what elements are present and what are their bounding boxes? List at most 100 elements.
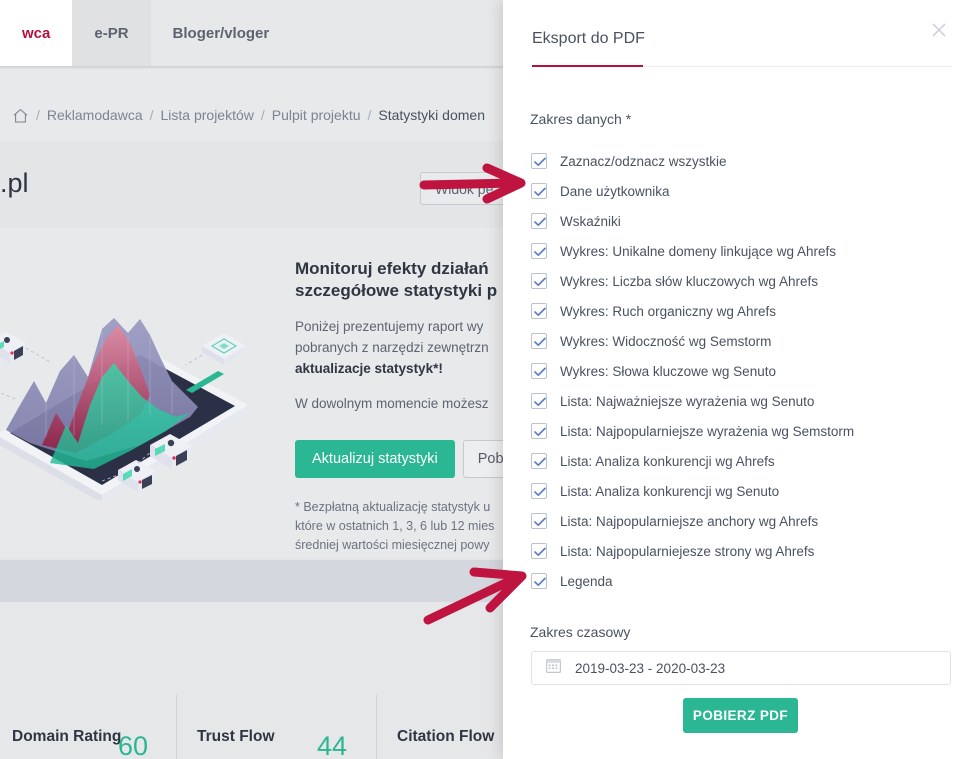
- breadcrumb-separator: /: [36, 107, 40, 123]
- footnote-line1: * Bezpłatną aktualizację statystyk u: [295, 500, 491, 514]
- checkbox-input[interactable]: [531, 543, 547, 559]
- promo-button-row: Aktualizuj statystyki Pobie: [295, 440, 530, 478]
- breadcrumb-item-statystyki-domen: Statystyki domen: [378, 107, 485, 123]
- checkbox-label: Dane użytkownika: [560, 183, 670, 199]
- checkbox-label: Lista: Analiza konkurencji wg Senuto: [560, 483, 780, 499]
- checkbox-input[interactable]: [531, 273, 547, 289]
- checkbox-row[interactable]: Zaznacz/odznacz wszystkie: [531, 146, 951, 176]
- screen: wca e-PR Bloger/vloger / Reklamodawca / …: [0, 0, 980, 759]
- check-icon: [534, 337, 546, 347]
- checkbox-label: Lista: Najpopularniejsze wyrażenia wg Se…: [560, 423, 855, 439]
- promo-para1-line1: Poniżej prezentujemy raport wy: [295, 319, 484, 334]
- checkbox-row[interactable]: Lista: Najpopularniejesze strony wg Ahre…: [531, 536, 951, 566]
- breadcrumb-separator: /: [367, 107, 372, 123]
- checkbox-label: Lista: Najważniejsze wyrażenia wg Senuto: [560, 393, 815, 409]
- breadcrumb-item-pulpit-projektu[interactable]: Pulpit projektu: [272, 107, 361, 123]
- checkbox-row[interactable]: Lista: Najpopularniejsze anchory wg Ahre…: [531, 506, 951, 536]
- tab-reklamodawca[interactable]: wca: [0, 0, 73, 66]
- check-icon: [534, 457, 546, 467]
- checkbox-row[interactable]: Legenda: [531, 566, 951, 596]
- update-stats-button-label: Aktualizuj statystyki: [312, 451, 438, 467]
- checkbox-input[interactable]: [531, 363, 547, 379]
- metric-card-citation-flow: Citation Flow: [377, 694, 510, 759]
- checkbox-input[interactable]: [531, 183, 547, 199]
- checkbox-label: Wykres: Ruch organiczny wg Ahrefs: [560, 303, 776, 319]
- check-icon: [534, 397, 546, 407]
- tab-label: e-PR: [94, 24, 129, 42]
- metric-card-domain-rating: Domain Rating 60: [0, 694, 177, 759]
- checkbox-row[interactable]: Lista: Najważniejsze wyrażenia wg Senuto: [531, 386, 951, 416]
- breadcrumb: / Reklamodawca / Lista projektów / Pulpi…: [12, 107, 485, 123]
- checkbox-row[interactable]: Wykres: Unikalne domeny linkujące wg Ahr…: [531, 236, 951, 266]
- checkbox-input[interactable]: [531, 513, 547, 529]
- download-pdf-button[interactable]: POBIERZ PDF: [683, 698, 798, 733]
- checkbox-input[interactable]: [531, 303, 547, 319]
- page-title: .pl: [0, 168, 29, 198]
- breadcrumb-item-lista-projektow[interactable]: Lista projektów: [161, 107, 254, 123]
- metric-card-value: 60: [118, 731, 149, 759]
- checkbox-input[interactable]: [531, 213, 547, 229]
- checkbox-row[interactable]: Dane użytkownika: [531, 176, 951, 206]
- panel-header: Eksport do PDF: [532, 30, 645, 48]
- checkbox-label: Wykres: Słowa kluczowe wg Senuto: [560, 363, 776, 379]
- tab-e-pr[interactable]: e-PR: [72, 0, 151, 66]
- download-pdf-button-label: POBIERZ PDF: [692, 708, 789, 723]
- isometric-tablet-chart-illustration: [0, 285, 280, 503]
- checkbox-row[interactable]: Wykres: Liczba słów kluczowych wg Ahrefs: [531, 266, 951, 296]
- time-scope-label: Zakres czasowy: [530, 624, 631, 640]
- check-icon: [534, 427, 546, 437]
- breadcrumb-item-reklamodawca[interactable]: Reklamodawca: [47, 107, 143, 123]
- checkbox-input[interactable]: [531, 453, 547, 469]
- check-icon: [534, 277, 546, 287]
- breadcrumb-separator: /: [149, 107, 154, 123]
- check-icon: [534, 547, 546, 557]
- promo-paragraph-2: W dowolnym momencie możesz: [295, 396, 489, 411]
- checkbox-row[interactable]: Wykres: Słowa kluczowe wg Senuto: [531, 356, 951, 386]
- check-icon: [534, 217, 546, 227]
- checkbox-input[interactable]: [531, 483, 547, 499]
- metric-card-label: Citation Flow: [397, 728, 495, 745]
- checkbox-label: Wykres: Unikalne domeny linkujące wg Ahr…: [560, 243, 836, 259]
- home-icon[interactable]: [12, 108, 29, 124]
- promo-heading: Monitoruj efekty działań szczegółowe sta…: [295, 258, 510, 302]
- checkbox-row[interactable]: Lista: Analiza konkurencji wg Ahrefs: [531, 446, 951, 476]
- checkbox-input[interactable]: [531, 573, 547, 589]
- checkbox-row[interactable]: Lista: Analiza konkurencji wg Senuto: [531, 476, 951, 506]
- promo-heading-line1: Monitoruj efekty działań: [295, 259, 489, 278]
- checkbox-row[interactable]: Lista: Najpopularniejsze wyrażenia wg Se…: [531, 416, 951, 446]
- metric-card-label: Domain Rating: [12, 728, 122, 745]
- checkbox-label: Wykres: Liczba słów kluczowych wg Ahrefs: [560, 273, 818, 289]
- breadcrumb-bar: [0, 69, 510, 141]
- promo-para1-line2: pobranych z narzędzi zewnętrzn: [295, 340, 489, 355]
- date-range-value: 2019-03-23 - 2020-03-23: [575, 660, 726, 676]
- metric-card-row: Domain Rating 60 Trust Flow 44 Citation …: [0, 694, 510, 759]
- update-stats-button[interactable]: Aktualizuj statystyki: [295, 440, 455, 478]
- section-divider-bar: [0, 560, 510, 602]
- metric-card-label: Trust Flow: [197, 728, 275, 745]
- panel-title: Eksport do PDF: [532, 30, 645, 47]
- checkbox-row[interactable]: Wskaźniki: [531, 206, 951, 236]
- checkbox-row[interactable]: Wykres: Ruch organiczny wg Ahrefs: [531, 296, 951, 326]
- data-scope-label: Zakres danych *: [530, 111, 632, 127]
- view-full-button[interactable]: Widok pe: [420, 172, 515, 205]
- checkbox-input[interactable]: [531, 333, 547, 349]
- checkbox-input[interactable]: [531, 393, 547, 409]
- breadcrumb-separator: /: [260, 107, 265, 123]
- tab-bloger-vloger[interactable]: Bloger/vloger: [151, 0, 292, 66]
- checkbox-row[interactable]: Wykres: Widoczność wg Semstorm: [531, 326, 951, 356]
- date-range-input[interactable]: 2019-03-23 - 2020-03-23: [531, 651, 951, 685]
- checkbox-label: Legenda: [560, 573, 613, 589]
- checkbox-input[interactable]: [531, 243, 547, 259]
- metric-card-trust-flow: Trust Flow 44: [177, 694, 377, 759]
- check-icon: [534, 517, 546, 527]
- checkbox-label: Wykres: Widoczność wg Semstorm: [560, 333, 772, 349]
- close-icon[interactable]: [927, 18, 951, 42]
- promo-footnote: * Bezpłatną aktualizację statystyk u któ…: [295, 498, 510, 555]
- footnote-line2: które w ostatnich 1, 3, 6 lub 12 mies: [295, 519, 495, 533]
- promo-heading-line2: szczegółowe statystyki p: [295, 281, 498, 300]
- checkbox-input[interactable]: [531, 153, 547, 169]
- checkbox-input[interactable]: [531, 423, 547, 439]
- promo-copy: Monitoruj efekty działań szczegółowe sta…: [295, 258, 510, 414]
- checkbox-label: Lista: Analiza konkurencji wg Ahrefs: [560, 453, 775, 469]
- check-icon: [534, 367, 546, 377]
